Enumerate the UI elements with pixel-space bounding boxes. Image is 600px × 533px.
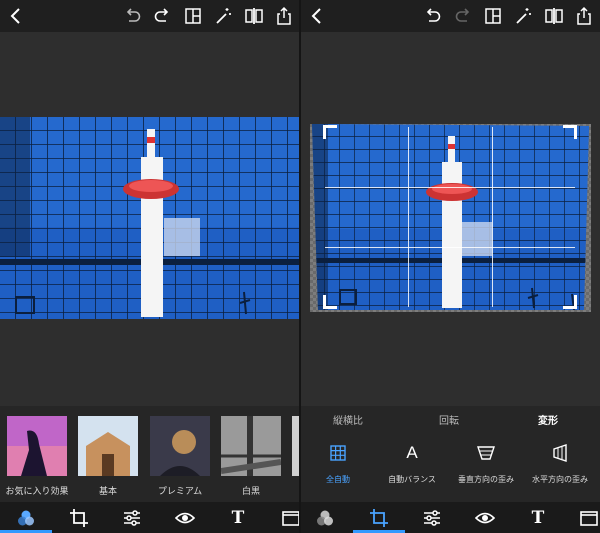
crop-grid-line	[491, 127, 493, 307]
filter-label: 基本	[98, 487, 117, 497]
adjust-icon[interactable]	[420, 506, 444, 530]
crop-icon[interactable]	[367, 506, 391, 530]
crop-grid-line	[408, 127, 410, 307]
filter-thumb-next	[292, 416, 299, 476]
undo-icon[interactable]	[121, 4, 145, 28]
crop-handle-top-left[interactable]	[323, 125, 337, 139]
option-auto-balance[interactable]: A 自動バランス	[375, 442, 449, 485]
filters-icon[interactable]	[313, 506, 337, 530]
filter-label: プレミアム	[157, 487, 203, 497]
compare-icon[interactable]	[542, 4, 566, 28]
eye-icon[interactable]	[173, 506, 197, 530]
top-toolbar	[301, 0, 600, 32]
right-editor-panel: 縦横比 回転 変形 全自動 A 自動バランス 垂直方向の歪み 水平方向の歪み T	[301, 0, 600, 533]
option-label: 垂直方向の歪み	[458, 475, 514, 484]
option-full-auto[interactable]: 全自動	[301, 442, 375, 485]
magic-wand-icon[interactable]	[211, 4, 235, 28]
filter-thumb-bw	[221, 416, 281, 476]
crop-frame[interactable]	[323, 125, 577, 309]
tab-rotate[interactable]: 回転	[439, 412, 459, 427]
tab-transform[interactable]: 変形	[538, 412, 558, 427]
crop-grid-line	[325, 246, 575, 248]
text-glyph: T	[231, 508, 245, 528]
back-icon[interactable]	[4, 4, 28, 28]
letter-a-icon: A	[375, 442, 449, 464]
vertical-distortion-icon	[449, 442, 523, 464]
compare-icon[interactable]	[242, 4, 266, 28]
filter-basic[interactable]: 基本	[78, 416, 138, 502]
filter-label: お気に入り効果	[5, 487, 69, 497]
filter-thumb-basic	[78, 416, 138, 476]
transform-panel: 縦横比 回転 変形 全自動 A 自動バランス 垂直方向の歪み 水平方向の歪み	[301, 406, 600, 502]
option-horizontal-distortion[interactable]: 水平方向の歪み	[523, 442, 597, 485]
text-icon[interactable]: T	[226, 506, 250, 530]
bottom-toolbar: T	[301, 502, 600, 533]
layout-icon[interactable]	[481, 4, 505, 28]
text-glyph: T	[531, 508, 545, 528]
tower-photo	[0, 117, 299, 319]
bottom-toolbar: T	[0, 502, 299, 533]
frame-icon[interactable]	[577, 506, 600, 530]
crop-handle-bottom-right[interactable]	[563, 295, 577, 309]
filter-premium[interactable]: プレミアム	[150, 416, 210, 502]
crop-handle-top-right[interactable]	[563, 125, 577, 139]
filter-strip: お気に入り効果 基本 プレミアム 白黒	[0, 406, 299, 502]
share-icon[interactable]	[272, 4, 296, 28]
redo-icon[interactable]	[150, 4, 174, 28]
filter-favorites[interactable]: お気に入り効果	[5, 416, 69, 502]
tab-aspect-ratio[interactable]: 縦横比	[333, 412, 363, 427]
crop-icon[interactable]	[67, 506, 91, 530]
filter-bw[interactable]: 白黒	[221, 416, 281, 502]
option-label: 全自動	[326, 475, 350, 484]
filter-thumb-favorites	[7, 416, 67, 476]
filters-icon[interactable]	[14, 506, 38, 530]
top-toolbar	[0, 0, 299, 32]
grid-icon	[301, 442, 375, 464]
frame-icon[interactable]	[279, 506, 299, 530]
layout-icon[interactable]	[181, 4, 205, 28]
adjust-icon[interactable]	[120, 506, 144, 530]
horizontal-distortion-icon	[523, 442, 597, 464]
redo-icon[interactable]	[451, 4, 475, 28]
filter-label: 白黒	[241, 487, 260, 497]
crop-handle-bottom-left[interactable]	[323, 295, 337, 309]
text-icon[interactable]: T	[526, 506, 550, 530]
left-editor-panel: お気に入り効果 基本 プレミアム 白黒 T	[0, 0, 299, 533]
option-label: 水平方向の歪み	[532, 475, 588, 484]
option-vertical-distortion[interactable]: 垂直方向の歪み	[449, 442, 523, 485]
back-icon[interactable]	[305, 4, 329, 28]
filter-next[interactable]	[292, 416, 299, 502]
crop-grid-line	[325, 186, 575, 188]
filter-thumb-premium	[150, 416, 210, 476]
letter-a-glyph: A	[406, 443, 418, 462]
eye-icon[interactable]	[473, 506, 497, 530]
undo-icon[interactable]	[421, 4, 445, 28]
magic-wand-icon[interactable]	[511, 4, 535, 28]
option-label: 自動バランス	[388, 475, 436, 484]
share-icon[interactable]	[572, 4, 596, 28]
